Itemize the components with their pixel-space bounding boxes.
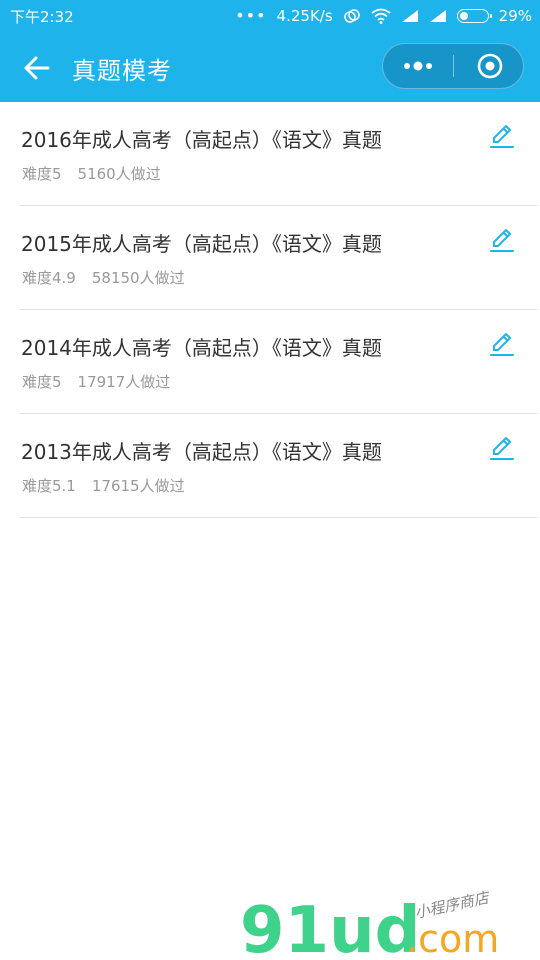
pencil-edit-icon[interactable] (488, 434, 516, 462)
exam-done-count: 58150人做过 (91, 269, 185, 287)
exam-difficulty: 难度5 (22, 165, 62, 183)
watermark-logo: 91ud (240, 894, 420, 956)
status-time: 下午2:32 (10, 8, 74, 26)
exam-done-count: 17615人做过 (91, 477, 185, 495)
exam-difficulty: 难度5.1 (22, 477, 76, 495)
status-right-group: ••• 4.25K/s 29% (235, 6, 532, 25)
battery-percent: 29% (498, 6, 532, 25)
exam-meta: 难度4.9 58150人做过 (22, 267, 185, 288)
exam-list: 2016年成人高考（高起点）《语文》真题 难度5 5160人做过 2015年成人高… (20, 102, 538, 518)
exam-difficulty: 难度5 (22, 373, 62, 391)
exam-meta: 难度5 17917人做过 (22, 371, 170, 392)
close-button[interactable] (454, 44, 524, 88)
exam-done-count: 17917人做过 (77, 373, 171, 391)
watermark-graphic: 91ud .com 小程序商店 (240, 888, 499, 960)
exam-difficulty: 难度4.9 (22, 269, 76, 287)
miniprogram-capsule (382, 43, 524, 89)
signal-icon-2 (429, 9, 446, 22)
page-title: 真题模考 (72, 57, 172, 85)
notification-dots: ••• (235, 6, 267, 25)
pencil-edit-icon[interactable] (488, 330, 516, 358)
navigation-bar: 真题模考 (0, 32, 540, 102)
exam-meta: 难度5 5160人做过 (22, 163, 161, 184)
exam-title: 2016年成人高考（高起点）《语文》真题 (21, 128, 382, 152)
pencil-edit-icon[interactable] (488, 226, 516, 254)
exam-meta: 难度5.1 17615人做过 (22, 475, 185, 496)
exam-item[interactable]: 2015年成人高考（高起点）《语文》真题 难度4.9 58150人做过 (20, 206, 538, 310)
watermark-domain: .com (406, 917, 499, 956)
network-speed: 4.25K/s (276, 6, 333, 25)
battery-icon (456, 8, 492, 23)
status-bar: 下午2:32 ••• 4.25K/s 29% (0, 0, 540, 32)
exam-item[interactable]: 2014年成人高考（高起点）《语文》真题 难度5 17917人做过 (20, 310, 538, 414)
exam-done-count: 5160人做过 (77, 165, 161, 183)
arrow-left-icon[interactable] (22, 53, 52, 83)
pencil-edit-icon[interactable] (488, 122, 516, 150)
exam-title: 2013年成人高考（高起点）《语文》真题 (21, 440, 382, 464)
target-circle-icon (477, 53, 503, 79)
sync-icon (343, 8, 360, 23)
signal-icon-1 (401, 9, 418, 22)
exam-item[interactable]: 2013年成人高考（高起点）《语文》真题 难度5.1 17615人做过 (20, 414, 538, 518)
exam-title: 2014年成人高考（高起点）《语文》真题 (21, 336, 382, 360)
exam-title: 2015年成人高考（高起点）《语文》真题 (21, 232, 382, 256)
more-button[interactable] (383, 44, 453, 88)
more-dots-icon (404, 61, 432, 71)
exam-item[interactable]: 2016年成人高考（高起点）《语文》真题 难度5 5160人做过 (20, 102, 538, 206)
wifi-icon (371, 8, 391, 24)
watermark: 91ud .com 小程序商店 (240, 888, 540, 960)
